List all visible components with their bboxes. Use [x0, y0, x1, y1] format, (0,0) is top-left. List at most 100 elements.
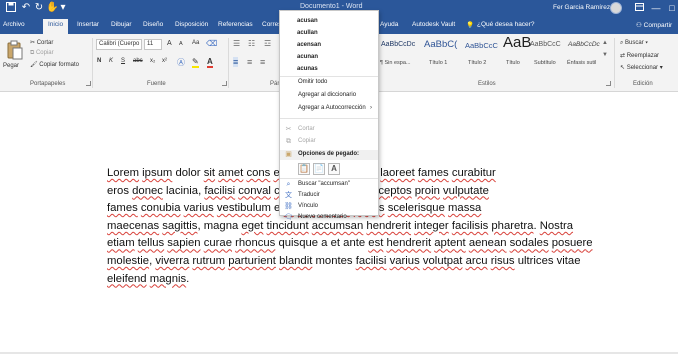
misspelled-word[interactable]: vulputate	[443, 185, 489, 197]
numbering-icon[interactable]: ☷	[248, 39, 255, 48]
copy-button[interactable]: ⧉ Copiar	[30, 50, 54, 57]
font-color-icon[interactable]: A	[207, 57, 213, 68]
misspelled-word[interactable]: rhoncus	[235, 237, 275, 249]
shrink-font-button[interactable]: A	[179, 41, 183, 47]
tab-archivo[interactable]: Archivo	[3, 21, 25, 28]
suggestion-item[interactable]: acensan	[297, 42, 321, 48]
select-button[interactable]: ↖ Seleccionar ▾	[620, 64, 663, 71]
share-button[interactable]: ⚇ Compartir	[636, 21, 672, 29]
tab-diseno[interactable]: Diseño	[143, 21, 163, 28]
text-run[interactable]: dolor	[172, 167, 203, 179]
tab-inicio[interactable]: Inicio	[43, 19, 69, 34]
misspelled-word[interactable]: parturient	[228, 255, 276, 267]
align-left-icon[interactable]: ≡	[233, 57, 239, 67]
misspelled-word[interactable]: magnis	[150, 273, 186, 285]
text-run[interactable]: eros	[107, 185, 132, 197]
save-icon[interactable]	[5, 2, 17, 14]
tab-insertar[interactable]: Insertar	[77, 21, 99, 28]
paste-keep-source-icon[interactable]: 📋	[298, 163, 310, 175]
tab-dibujar[interactable]: Dibujar	[111, 21, 132, 28]
misspelled-word[interactable]: eget	[241, 220, 263, 232]
misspelled-word[interactable]: amet	[218, 167, 243, 179]
misspelled-word[interactable]: donec	[132, 185, 163, 197]
misspelled-word[interactable]: posuere	[552, 237, 593, 249]
text-run[interactable]: ultrices vitae	[515, 255, 581, 267]
document-line[interactable]: maecenas sagittis, magna eget tincidunt …	[107, 218, 632, 236]
suggestion-item[interactable]: acullan	[297, 30, 318, 36]
user-name[interactable]: Fer Garcia Ramírez	[553, 4, 610, 11]
menu-item-add-to-autocorrect[interactable]: Agregar a Autocorrección	[298, 105, 366, 111]
misspelled-word[interactable]: sagittis	[162, 220, 197, 232]
misspelled-word[interactable]: proin	[415, 185, 440, 197]
misspelled-word[interactable]: hendrerit	[387, 237, 432, 249]
misspelled-word[interactable]: varius	[390, 255, 420, 267]
misspelled-word[interactable]: massa	[448, 202, 481, 214]
menu-item-add-to-dictionary[interactable]: Agregar al diccionario	[298, 92, 356, 98]
suggestion-item[interactable]: acunas	[297, 66, 318, 72]
misspelled-word[interactable]: sodales	[510, 237, 549, 249]
misspelled-word[interactable]: integer	[414, 220, 449, 232]
change-case-button[interactable]: Aa	[192, 40, 199, 46]
paste-button[interactable]: Pegar	[3, 63, 19, 69]
tab-referencias[interactable]: Referencias	[218, 21, 253, 28]
misspelled-word[interactable]: vestibulum	[217, 202, 271, 214]
paste-text-only-icon[interactable]: A	[328, 163, 340, 175]
misspelled-word[interactable]: facilisi	[356, 255, 387, 267]
grow-font-button[interactable]: A	[167, 40, 172, 47]
find-button[interactable]: ⌕ Buscar ▾	[620, 40, 648, 47]
clipboard-icon[interactable]	[7, 40, 23, 60]
menu-item-copy[interactable]: Copiar	[298, 138, 316, 144]
tell-me-input[interactable]: ¿Qué desea hacer?	[477, 21, 534, 28]
misspelled-word[interactable]: risus	[491, 255, 515, 267]
text-run[interactable]: , magna	[197, 220, 241, 232]
maximize-button[interactable]: □	[666, 3, 678, 13]
menu-item-cut[interactable]: Cortar	[298, 126, 315, 132]
replace-button[interactable]: ⇄ Reemplazar	[620, 52, 659, 59]
paste-merge-format-icon[interactable]: 📄	[313, 163, 325, 175]
misspelled-word[interactable]: conubia	[141, 202, 181, 214]
misspelled-word[interactable]: est	[368, 237, 383, 249]
redo-icon[interactable]: ↻	[33, 2, 45, 14]
misspelled-word[interactable]: hendrerit	[366, 220, 411, 232]
misspelled-word[interactable]: scelerisque	[388, 202, 445, 214]
menu-item-link[interactable]: Vínculo	[298, 203, 318, 209]
misspelled-word[interactable]: maecenas	[107, 220, 159, 232]
styles-scroll-up-icon[interactable]: ▲	[602, 40, 608, 46]
misspelled-word[interactable]: aenean	[469, 237, 507, 249]
clear-format-icon[interactable]: ⌫	[206, 39, 217, 48]
misspelled-word[interactable]: sit	[204, 167, 215, 179]
misspelled-word[interactable]: molestie	[107, 255, 149, 267]
bold-button[interactable]: N	[97, 58, 101, 64]
misspelled-word[interactable]: volutpat	[423, 255, 463, 267]
misspelled-word[interactable]: etiam	[107, 237, 135, 249]
superscript-button[interactable]: x²	[162, 58, 167, 64]
misspelled-word[interactable]: Lorem	[107, 167, 139, 179]
misspelled-word[interactable]: conval	[238, 185, 271, 197]
document-line[interactable]: etiam tellus sapien curae rhoncus quisqu…	[107, 235, 632, 253]
highlight-icon[interactable]: ✎	[192, 57, 199, 68]
misspelled-word[interactable]: arcu	[466, 255, 488, 267]
misspelled-word[interactable]: rutrum	[192, 255, 225, 267]
styles-launcher-icon[interactable]	[606, 81, 611, 86]
qat-customize-icon[interactable]: ▾	[57, 2, 69, 14]
tab-disposicion[interactable]: Disposición	[175, 21, 208, 28]
text-effects-icon[interactable]: Ⓐ	[177, 57, 185, 68]
text-run[interactable]: lacinia,	[163, 185, 204, 197]
cut-button[interactable]: ✂ Cortar	[30, 39, 53, 46]
misspelled-word[interactable]: eleifend	[107, 273, 147, 285]
tab-autodesk-vault[interactable]: Autodesk Vault	[412, 21, 455, 28]
misspelled-word[interactable]: ipsum	[142, 167, 172, 179]
undo-icon[interactable]: ↶	[20, 2, 32, 14]
clipboard-launcher-icon[interactable]	[86, 81, 91, 86]
misspelled-word[interactable]: fames	[107, 202, 138, 214]
misspelled-word[interactable]: laoreet	[380, 167, 415, 179]
ribbon-display-icon[interactable]	[633, 3, 645, 13]
document-line[interactable]: molestie, viverra rutrum parturient blan…	[107, 253, 632, 271]
italic-button[interactable]: K	[109, 58, 113, 64]
menu-item-ignore-all[interactable]: Omitir todo	[298, 79, 327, 85]
font-name-select[interactable]: Calibri (Cuerpo	[96, 39, 142, 50]
suggestion-item[interactable]: acunan	[297, 54, 318, 60]
menu-item-search[interactable]: Buscar "accumsan"	[298, 181, 350, 187]
text-run[interactable]: .	[186, 273, 189, 285]
misspelled-word[interactable]: cons	[246, 167, 270, 179]
